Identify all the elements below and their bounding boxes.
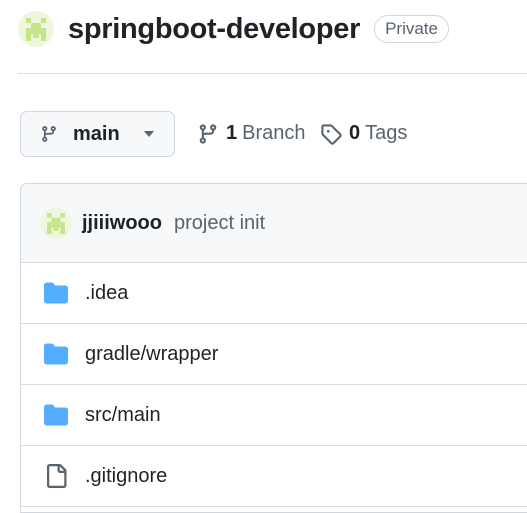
file-row-gitignore[interactable]: .gitignore (21, 446, 527, 507)
visibility-badge: Private (374, 15, 449, 43)
file-row-src-main[interactable]: src/main (21, 385, 527, 446)
folder-icon (44, 282, 68, 304)
file-name[interactable]: src/main (85, 404, 161, 427)
tags-link[interactable]: 0 Tags (320, 122, 407, 145)
chevron-down-icon (143, 131, 154, 137)
git-branch-icon (199, 123, 217, 144)
tag-count: 0 (349, 122, 361, 144)
file-name[interactable]: .gitignore (85, 465, 167, 488)
branches-link[interactable]: 1 Branch (197, 122, 306, 145)
file-row-idea[interactable]: .idea (21, 263, 527, 324)
folder-icon (44, 343, 68, 365)
current-branch-name: main (73, 122, 120, 145)
file-name[interactable]: gradle/wrapper (85, 343, 218, 366)
folder-icon (44, 404, 68, 426)
owner-avatar[interactable] (18, 11, 54, 47)
tag-icon (321, 123, 342, 145)
branch-label: Branch (242, 122, 306, 144)
tag-label: Tags (365, 122, 408, 144)
git-branch-icon (42, 126, 56, 142)
branch-selector-button[interactable]: main (20, 111, 175, 157)
file-icon (47, 464, 67, 488)
file-list: jjiiiwooo project init .idea gradle/wrap… (20, 183, 527, 513)
repo-header: springboot-developer Private (18, 9, 449, 49)
latest-commit-bar: jjiiiwooo project init (21, 184, 527, 263)
commit-message[interactable]: project init (174, 212, 265, 235)
author-avatar[interactable] (40, 207, 72, 239)
branch-count: 1 (226, 122, 238, 144)
commit-author[interactable]: jjiiiwooo (82, 212, 162, 235)
file-row-gradle-wrapper[interactable]: gradle/wrapper (21, 324, 527, 385)
header-divider (18, 73, 527, 74)
file-name[interactable]: .idea (85, 282, 128, 305)
repo-name[interactable]: springboot-developer (68, 13, 360, 46)
